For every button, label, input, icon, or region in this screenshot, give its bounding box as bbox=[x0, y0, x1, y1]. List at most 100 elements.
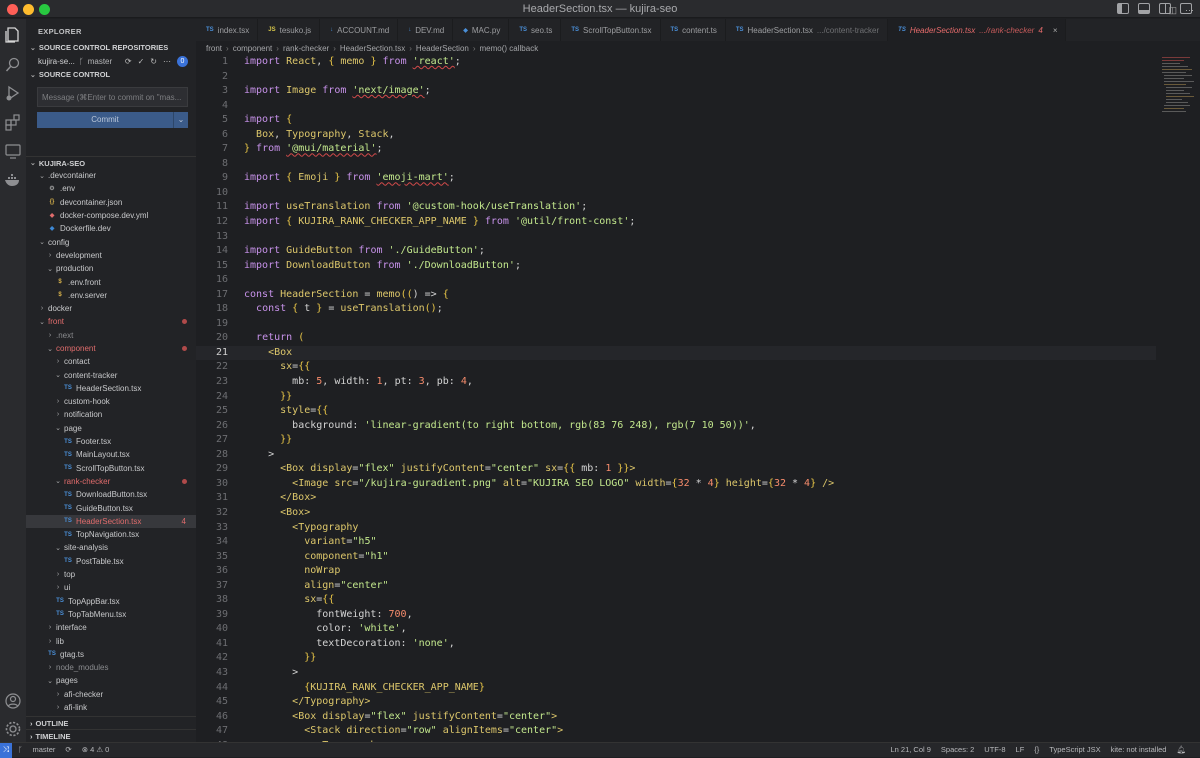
tree-folder[interactable]: ⌄ .devcontainer bbox=[26, 169, 196, 182]
tree-file[interactable]: TS ScrollTopButton.tsx bbox=[26, 462, 196, 475]
docker-icon[interactable] bbox=[4, 171, 22, 189]
tree-folder[interactable]: › interface bbox=[26, 621, 196, 634]
close-icon[interactable]: × bbox=[1053, 26, 1058, 35]
editor-tab[interactable]: TS index.tsx bbox=[196, 19, 259, 41]
tree-folder[interactable]: › custom-hook bbox=[26, 395, 196, 408]
project-section[interactable]: ⌄ KUJIRA-SEO bbox=[26, 156, 196, 169]
tree-file[interactable]: $ .env.server bbox=[26, 289, 196, 302]
breadcrumb-item[interactable]: rank-checker bbox=[283, 44, 329, 53]
status-eol[interactable]: LF bbox=[1016, 745, 1025, 754]
source-control-section[interactable]: ⌄ SOURCE CONTROL bbox=[26, 68, 196, 81]
status-kite[interactable]: kite: not installed bbox=[1111, 745, 1167, 754]
editor-tab[interactable]: TS HeaderSection.tsx .../content-tracker bbox=[726, 19, 889, 41]
breadcrumb-item[interactable]: memo() callback bbox=[480, 44, 539, 53]
line-source: const { t } = useTranslation(); bbox=[256, 303, 443, 315]
tree-folder[interactable]: › development bbox=[26, 249, 196, 262]
status-indentation[interactable]: Spaces: 2 bbox=[941, 745, 974, 754]
editor-tab[interactable]: ↓ DEV.md bbox=[398, 19, 454, 41]
tree-file[interactable]: TS TopTabMenu.tsx bbox=[26, 608, 196, 621]
remote-indicator-icon[interactable]: ⤨ bbox=[0, 743, 12, 758]
timeline-section[interactable]: › TIMELINE bbox=[26, 729, 196, 742]
status-encoding[interactable]: UTF-8 bbox=[984, 745, 1005, 754]
tree-file[interactable]: TS PostTable.tsx bbox=[26, 555, 196, 568]
editor-tab[interactable]: TS content.ts bbox=[661, 19, 726, 41]
tree-folder[interactable]: › afi-checker bbox=[26, 688, 196, 701]
more-actions-icon[interactable]: ⋯ bbox=[1185, 5, 1194, 16]
commit-check-icon[interactable]: ✓ bbox=[138, 57, 145, 66]
run-debug-icon[interactable] bbox=[4, 84, 22, 102]
tree-file[interactable]: TS gtag.ts bbox=[26, 648, 196, 661]
tree-folder[interactable]: › docker bbox=[26, 302, 196, 315]
tree-folder[interactable]: › ui bbox=[26, 581, 196, 594]
tree-file[interactable]: TS MainLayout.tsx bbox=[26, 448, 196, 461]
tree-folder[interactable]: ⌄ site-analysis bbox=[26, 541, 196, 554]
breadcrumb-item[interactable]: component bbox=[233, 44, 273, 53]
breadcrumb-item[interactable]: HeaderSection.tsx bbox=[340, 44, 405, 53]
extensions-icon[interactable] bbox=[4, 113, 22, 131]
tree-file[interactable]: TS HeaderSection.tsx 4 bbox=[26, 514, 196, 529]
search-icon[interactable] bbox=[4, 56, 22, 74]
tree-folder[interactable]: ⌄ component bbox=[26, 342, 196, 355]
tree-file[interactable]: {} devcontainer.json bbox=[26, 196, 196, 209]
tree-file[interactable]: TS TopNavigation.tsx bbox=[26, 528, 196, 541]
split-editor-icon[interactable]: ◫ bbox=[1168, 5, 1177, 16]
editor-tab[interactable]: JS tesuko.js bbox=[258, 19, 321, 41]
tree-folder[interactable]: ⌄ production bbox=[26, 262, 196, 275]
status-branch[interactable]: master bbox=[33, 745, 56, 754]
tree-folder[interactable]: › .next bbox=[26, 329, 196, 342]
tree-item-label: GuideButton.tsx bbox=[76, 503, 133, 513]
minimap[interactable] bbox=[1160, 55, 1200, 742]
tree-file[interactable]: TS GuideButton.tsx bbox=[26, 501, 196, 514]
status-cursor-position[interactable]: Ln 21, Col 9 bbox=[890, 745, 930, 754]
editor-tab[interactable]: TS ScrollTopButton.tsx bbox=[561, 19, 661, 41]
tree-file[interactable]: TS HeaderSection.tsx bbox=[26, 382, 196, 395]
tree-folder[interactable]: ⌄ pages bbox=[26, 674, 196, 687]
tree-file[interactable]: ◆ Dockerfile.dev bbox=[26, 222, 196, 235]
editor-tab[interactable]: ↓ ACCOUNT.md bbox=[320, 19, 399, 41]
editor-tab[interactable]: ◆ MAC.py bbox=[453, 19, 510, 41]
breadcrumb-item[interactable]: front bbox=[206, 44, 222, 53]
scm-repositories-section[interactable]: ⌄ SOURCE CONTROL REPOSITORIES bbox=[26, 41, 196, 54]
toggle-sidebar-icon[interactable] bbox=[1117, 3, 1129, 14]
repo-branch[interactable]: master bbox=[88, 57, 112, 66]
sync-icon[interactable]: ⟳ bbox=[125, 57, 132, 66]
tree-folder[interactable]: › contact bbox=[26, 355, 196, 368]
tree-folder[interactable]: › lib bbox=[26, 634, 196, 647]
commit-button[interactable]: Commit ⌄ bbox=[37, 112, 188, 128]
explorer-icon[interactable] bbox=[4, 26, 22, 44]
tree-file[interactable]: ◆ docker-compose.dev.yml bbox=[26, 209, 196, 222]
refresh-icon[interactable]: ↻ bbox=[150, 57, 157, 66]
remote-explorer-icon[interactable] bbox=[4, 142, 22, 160]
status-problems[interactable]: ⊗ 4 ⚠ 0 bbox=[82, 745, 110, 754]
sync-icon[interactable]: ⟳ bbox=[65, 745, 71, 754]
tree-folder[interactable]: › top bbox=[26, 568, 196, 581]
tree-file[interactable]: ⚙ .env bbox=[26, 182, 196, 195]
tree-file[interactable]: $ .env.front bbox=[26, 275, 196, 288]
editor-tab[interactable]: TS HeaderSection.tsx .../rank-checker 4 × bbox=[888, 19, 1067, 41]
chevron-down-icon[interactable]: ⌄ bbox=[173, 112, 188, 128]
editor-tab[interactable]: TS seo.ts bbox=[509, 19, 562, 41]
tree-folder[interactable]: › afi-link bbox=[26, 701, 196, 714]
tree-file[interactable]: TS DownloadButton.tsx bbox=[26, 488, 196, 501]
outline-section[interactable]: › OUTLINE bbox=[26, 716, 196, 729]
commit-message-input[interactable]: Message (⌘Enter to commit on "mas... bbox=[37, 87, 188, 107]
more-actions-icon[interactable]: ⋯ bbox=[163, 57, 171, 66]
notifications-bell-icon[interactable]: 🔔︎ bbox=[1176, 745, 1186, 754]
tree-folder[interactable]: › notification bbox=[26, 408, 196, 421]
tree-file[interactable]: TS TopAppBar.tsx bbox=[26, 595, 196, 608]
code-editor[interactable]: 1 import React, { memo } from 'react'; 2 3 i… bbox=[196, 55, 1156, 742]
repository-row[interactable]: kujira-se... ᚴ master ⟳ ✓ ↻ ⋯ 0 bbox=[26, 54, 196, 68]
tree-folder[interactable]: ⌄ page bbox=[26, 422, 196, 435]
settings-gear-icon[interactable] bbox=[4, 720, 22, 738]
tree-file[interactable]: TS Footer.tsx bbox=[26, 435, 196, 448]
tree-folder[interactable]: ⌄ config bbox=[26, 235, 196, 248]
tree-folder[interactable]: ⌄ content-tracker bbox=[26, 368, 196, 381]
account-icon[interactable] bbox=[4, 692, 22, 710]
tree-folder[interactable]: ⌄ rank-checker bbox=[26, 475, 196, 488]
toggle-panel-icon[interactable] bbox=[1138, 3, 1150, 14]
breadcrumb-item[interactable]: HeaderSection bbox=[416, 44, 469, 53]
modified-dot-icon bbox=[182, 319, 187, 325]
tree-folder[interactable]: ⌄ front bbox=[26, 315, 196, 328]
tree-folder[interactable]: › node_modules bbox=[26, 661, 196, 674]
status-language[interactable]: TypeScript JSX bbox=[1049, 745, 1100, 754]
